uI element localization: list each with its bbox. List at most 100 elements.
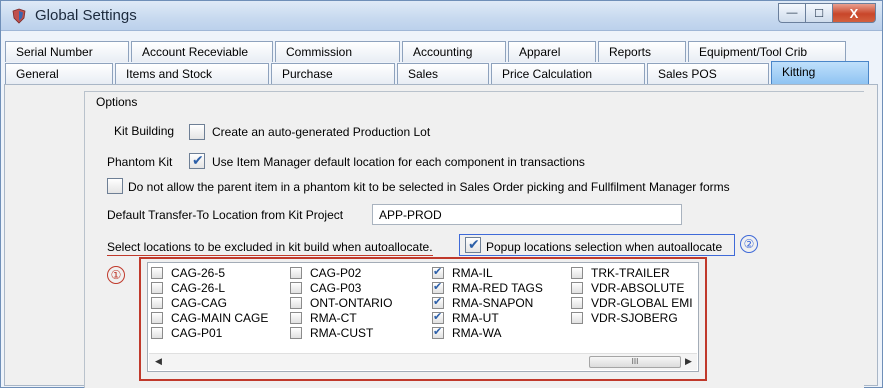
location-name: RMA-UT xyxy=(452,310,499,325)
location-name: CAG-26-5 xyxy=(171,265,226,280)
location-checkbox[interactable] xyxy=(151,296,163,309)
location-item[interactable]: RMA-IL xyxy=(432,265,543,280)
scroll-left-icon[interactable]: ◀ xyxy=(155,356,162,367)
kit-building-label: Kit Building xyxy=(114,124,175,138)
location-checkbox[interactable] xyxy=(432,310,444,324)
location-item[interactable]: TRK-TRAILER xyxy=(571,265,693,280)
parent-item-option-label[interactable]: Do not allow the parent item in a phanto… xyxy=(128,180,730,194)
minimize-button[interactable]: — xyxy=(778,3,805,23)
location-item[interactable]: CAG-CAG xyxy=(151,295,268,310)
location-name: CAG-P01 xyxy=(171,325,223,340)
location-item[interactable]: RMA-CT xyxy=(290,310,392,325)
location-checkbox[interactable] xyxy=(290,296,302,309)
app-shield-icon xyxy=(12,8,26,24)
popup-locations-checkbox[interactable] xyxy=(465,236,481,253)
location-item[interactable]: CAG-P01 xyxy=(151,325,268,340)
title-bar[interactable]: Global Settings — ☐ X xyxy=(1,1,882,31)
tab-kitting[interactable]: Kitting xyxy=(771,61,869,84)
kit-building-option-label[interactable]: Create an auto-generated Production Lot xyxy=(212,125,430,139)
locations-column: CAG-26-5 CAG-26-L CAG-CAG CAG-MAIN CAGE CAG-… xyxy=(151,265,268,340)
close-icon: X xyxy=(849,5,859,21)
tab-sales-pos[interactable]: Sales POS xyxy=(647,63,769,84)
tab-account-receviable[interactable]: Account Receviable xyxy=(131,41,273,62)
phantom-kit-label: Phantom Kit xyxy=(107,155,173,169)
horizontal-scrollbar[interactable]: ◀ III ▶ xyxy=(149,353,697,370)
location-name: RMA-SNAPON xyxy=(452,295,534,310)
location-item[interactable]: CAG-P03 xyxy=(290,280,392,295)
tab-equipment-tool-crib[interactable]: Equipment/Tool Crib xyxy=(688,41,846,62)
locations-column: TRK-TRAILER VDR-ABSOLUTE VDR-GLOBAL EMI VDR… xyxy=(571,265,693,325)
location-checkbox[interactable] xyxy=(290,326,302,339)
location-name: TRK-TRAILER xyxy=(591,265,670,280)
location-checkbox[interactable] xyxy=(151,266,163,279)
location-checkbox[interactable] xyxy=(151,311,163,324)
location-item[interactable]: VDR-GLOBAL EMI xyxy=(571,295,693,310)
location-name: VDR-ABSOLUTE xyxy=(591,280,685,295)
tab-general[interactable]: General xyxy=(5,63,113,84)
location-checkbox[interactable] xyxy=(151,326,163,339)
location-checkbox[interactable] xyxy=(290,311,302,324)
location-checkbox[interactable] xyxy=(290,266,302,279)
location-name: VDR-SJOBERG xyxy=(591,310,678,325)
tab-sales[interactable]: Sales xyxy=(397,63,489,84)
tab-serial-number[interactable]: Serial Number xyxy=(5,41,129,62)
locations-column: RMA-ILRMA-RED TAGSRMA-SNAPONRMA-UTRMA-WA xyxy=(432,265,543,340)
location-checkbox[interactable] xyxy=(432,295,444,309)
location-name: CAG-P02 xyxy=(310,265,362,280)
location-name: CAG-CAG xyxy=(171,295,228,310)
minimize-icon: — xyxy=(786,7,798,19)
scroll-right-icon[interactable]: ▶ xyxy=(685,356,692,367)
location-checkbox[interactable] xyxy=(151,281,163,294)
location-name: VDR-GLOBAL EMI xyxy=(591,295,693,310)
tab-apparel[interactable]: Apparel xyxy=(508,41,596,62)
tab-row-2: General Items and Stock Purchase Sales Price… xyxy=(5,61,871,84)
location-checkbox[interactable] xyxy=(571,281,583,294)
parent-item-checkbox[interactable] xyxy=(107,178,123,194)
locations-column: CAG-P02 CAG-P03 ONT-ONTARIO RMA-CT RMA-CUST xyxy=(290,265,392,340)
location-item[interactable]: VDR-ABSOLUTE xyxy=(571,280,693,295)
location-checkbox[interactable] xyxy=(432,265,444,279)
location-item[interactable]: CAG-P02 xyxy=(290,265,392,280)
transfer-location-input[interactable]: APP-PROD xyxy=(372,204,682,225)
phantom-kit-checkbox[interactable] xyxy=(189,152,205,169)
maximize-button[interactable]: ☐ xyxy=(805,3,832,23)
kit-building-checkbox[interactable] xyxy=(189,124,205,140)
location-item[interactable]: RMA-SNAPON xyxy=(432,295,543,310)
annotation-marker-2: ② xyxy=(740,235,758,253)
location-name: ONT-ONTARIO xyxy=(310,295,393,310)
tab-items-and-stock[interactable]: Items and Stock xyxy=(115,63,269,84)
location-item[interactable]: CAG-MAIN CAGE xyxy=(151,310,268,325)
location-item[interactable]: RMA-CUST xyxy=(290,325,392,340)
tab-reports[interactable]: Reports xyxy=(598,41,686,62)
location-item[interactable]: CAG-26-L xyxy=(151,280,268,295)
location-item[interactable]: CAG-26-5 xyxy=(151,265,268,280)
tab-commission[interactable]: Commission xyxy=(275,41,400,62)
phantom-kit-option-label[interactable]: Use Item Manager default location for ea… xyxy=(212,155,585,169)
location-checkbox[interactable] xyxy=(432,325,444,339)
window-title: Global Settings xyxy=(35,7,137,24)
location-item[interactable]: RMA-UT xyxy=(432,310,543,325)
location-checkbox[interactable] xyxy=(290,281,302,294)
popup-locations-option-label[interactable]: Popup locations selection when autoalloc… xyxy=(486,240,722,254)
tab-price-calculation[interactable]: Price Calculation xyxy=(491,63,645,84)
location-checkbox[interactable] xyxy=(571,296,583,309)
location-name: CAG-MAIN CAGE xyxy=(171,310,269,325)
location-checkbox[interactable] xyxy=(432,280,444,294)
exclude-locations-label: Select locations to be excluded in kit b… xyxy=(107,240,433,256)
location-item[interactable]: RMA-WA xyxy=(432,325,543,340)
close-button[interactable]: X xyxy=(832,3,876,23)
location-name: RMA-WA xyxy=(452,325,502,340)
locations-checklist[interactable]: CAG-26-5 CAG-26-L CAG-CAG CAG-MAIN CAGE CAG-… xyxy=(147,262,699,372)
window-controls: — ☐ X xyxy=(778,3,876,23)
location-checkbox[interactable] xyxy=(571,311,583,324)
location-name: RMA-CT xyxy=(310,310,357,325)
tab-accounting[interactable]: Accounting xyxy=(402,41,506,62)
scroll-thumb[interactable]: III xyxy=(589,356,681,368)
location-name: RMA-CUST xyxy=(310,325,374,340)
location-item[interactable]: ONT-ONTARIO xyxy=(290,295,392,310)
location-item[interactable]: VDR-SJOBERG xyxy=(571,310,693,325)
location-item[interactable]: RMA-RED TAGS xyxy=(432,280,543,295)
tab-purchase[interactable]: Purchase xyxy=(271,63,395,84)
location-checkbox[interactable] xyxy=(571,266,583,279)
transfer-location-label: Default Transfer-To Location from Kit Pr… xyxy=(107,208,344,222)
